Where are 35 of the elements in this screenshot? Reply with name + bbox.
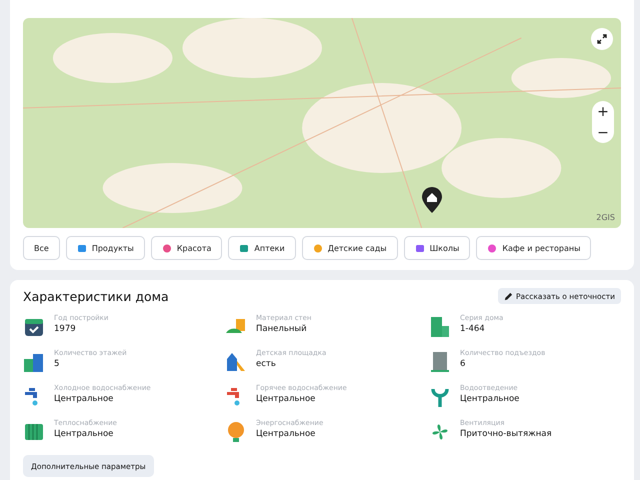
filter-chip[interactable]: Все [23, 236, 60, 260]
house-pin-icon [421, 186, 443, 214]
field-value: есть [256, 359, 277, 369]
filter-chip[interactable]: Красота [150, 236, 222, 260]
filter-chip[interactable]: Школы [404, 236, 470, 260]
filter-chip[interactable]: Детские сады [302, 236, 398, 260]
field-value: Приточно-вытяжная [460, 429, 552, 439]
pencil-icon [504, 292, 513, 300]
field-value: 1979 [54, 324, 77, 334]
pipe-icon [429, 386, 451, 408]
field-value: 6 [460, 359, 466, 369]
door-icon [429, 351, 451, 373]
calendar-icon [23, 316, 45, 338]
field-value: Центральное [54, 394, 114, 404]
section-title: Характеристики дома [23, 288, 169, 304]
field-value: 1-464 [460, 324, 486, 334]
playground-icon [225, 351, 247, 373]
zoom-in-button[interactable]: + [592, 101, 614, 122]
field-value: Центральное [460, 394, 520, 404]
field-value: Центральное [256, 394, 316, 404]
expand-icon [597, 34, 607, 44]
filter-chip[interactable]: Кафе и рестораны [476, 236, 592, 260]
fullscreen-button[interactable] [591, 28, 613, 50]
field-value: Центральное [54, 429, 114, 439]
filter-chip[interactable]: Продукты [66, 236, 145, 260]
field-value: 5 [54, 359, 60, 369]
field-value: Панельный [256, 324, 308, 334]
map-attribution: 2GIS [596, 213, 615, 222]
filter-chip[interactable]: Аптеки [228, 236, 296, 260]
field-value: Центральное [256, 429, 316, 439]
zoom-out-button[interactable]: − [592, 122, 614, 143]
towers-icon [23, 351, 45, 373]
radiator-icon [23, 421, 45, 443]
bulb-icon [225, 421, 247, 443]
building-icon [429, 316, 451, 338]
